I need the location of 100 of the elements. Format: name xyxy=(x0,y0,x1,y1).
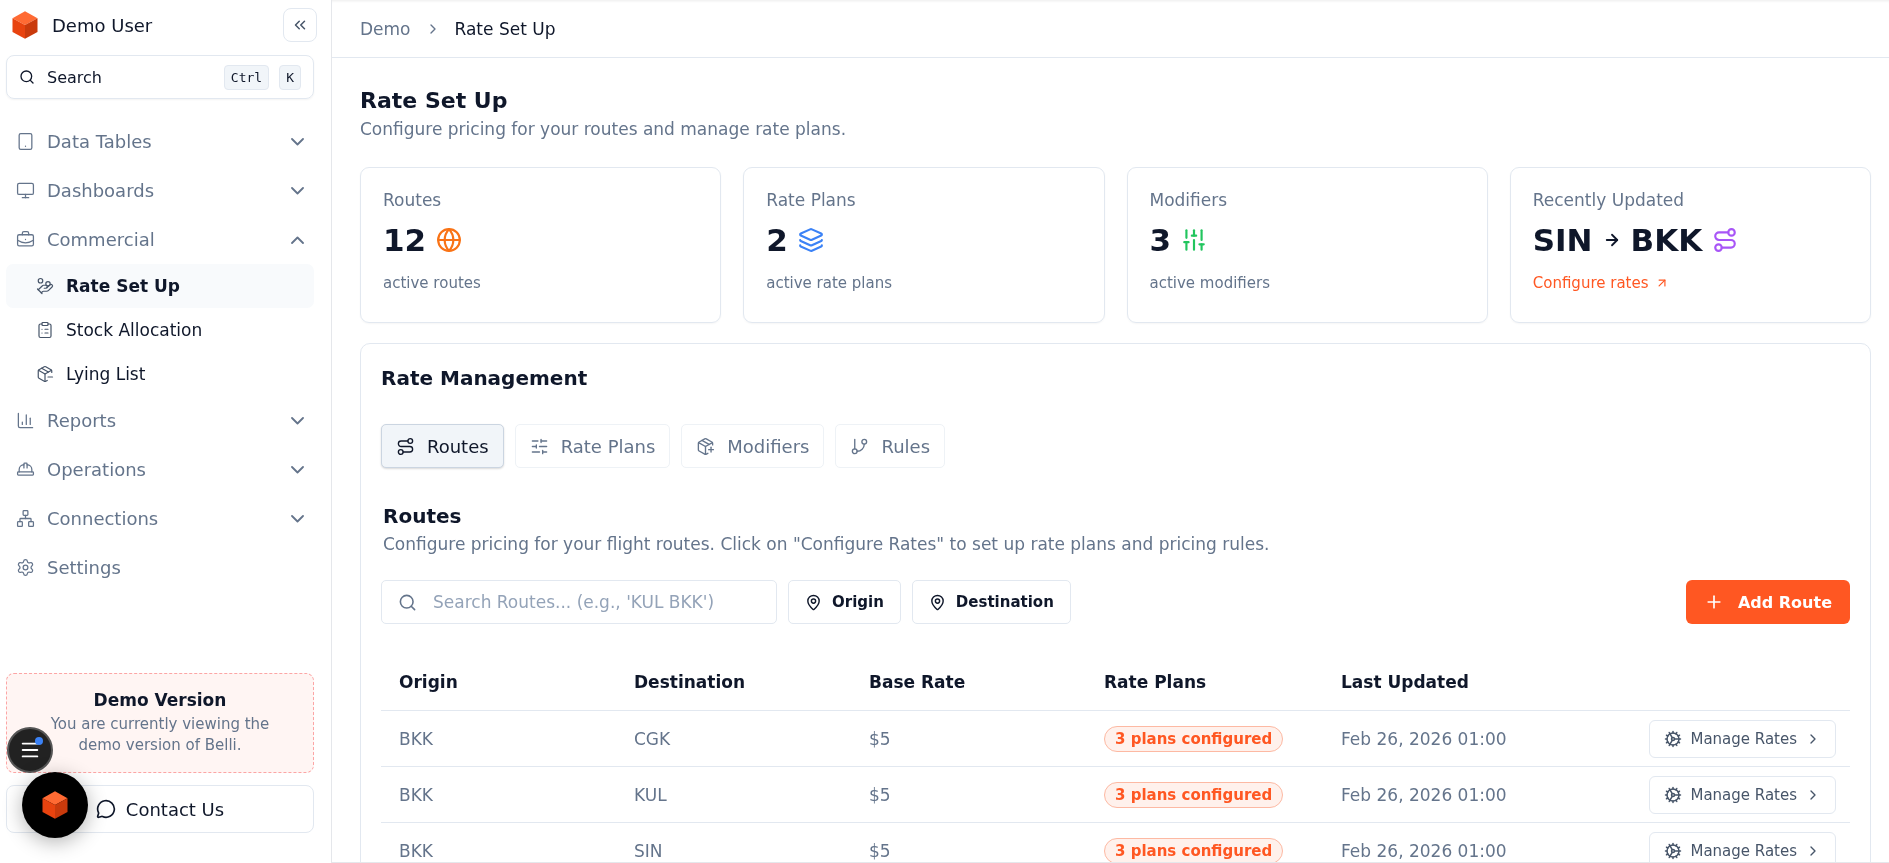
table-cell-text: Feb 26, 2026 01:00 xyxy=(1341,840,1508,861)
notice-text: You are currently viewing the demo version of Belli. xyxy=(49,714,271,756)
table-cell-text: KUL xyxy=(634,784,668,805)
gear-icon xyxy=(1664,785,1683,804)
chevron-up-icon xyxy=(291,235,304,244)
nav-item[interactable]: Data Tables xyxy=(6,117,314,166)
table-cell-text: $5 xyxy=(869,840,892,861)
sliders-icon xyxy=(1181,227,1208,253)
launcher-button[interactable] xyxy=(22,772,88,838)
clipboard-icon xyxy=(36,321,54,339)
search-icon xyxy=(398,592,417,612)
package-icon xyxy=(36,365,54,383)
package-icon xyxy=(696,436,716,456)
table-cell-text: BKK xyxy=(399,840,434,861)
filter-button[interactable]: Origin xyxy=(788,580,901,624)
route-icon xyxy=(396,436,415,456)
tablet-icon xyxy=(16,132,35,151)
chevron-down-icon xyxy=(291,514,304,523)
briefcase-icon xyxy=(16,230,35,249)
table-cell-text: Feb 26, 2026 01:00 xyxy=(1341,784,1508,805)
stat-caption: active modifiers xyxy=(1149,274,1271,292)
column-header: Base Rate xyxy=(869,672,967,692)
hard-hat-icon xyxy=(16,460,35,479)
page-subtitle: Configure pricing for your routes and manage rate plans. xyxy=(360,119,848,139)
nav-item[interactable]: Dashboards xyxy=(6,166,314,215)
settings-icon xyxy=(16,558,35,577)
manage-rates-button[interactable]: Manage Rates xyxy=(1649,831,1836,862)
nav-item[interactable]: Settings xyxy=(6,543,314,592)
cube-logo-icon xyxy=(40,790,70,820)
notice-title: Demo Version xyxy=(92,690,228,710)
user-name: Demo User xyxy=(52,14,154,36)
panel-title: Rate Management xyxy=(381,366,589,390)
route-icon xyxy=(1712,227,1739,253)
map-pin-icon xyxy=(805,593,822,611)
column-header: Last Updated xyxy=(1341,672,1470,692)
manage-rates-button[interactable]: Manage Rates xyxy=(1649,719,1836,758)
manage-rates-button[interactable]: Manage Rates xyxy=(1649,775,1836,814)
stat-label: Modifiers xyxy=(1149,190,1229,210)
column-header: Origin xyxy=(399,672,459,692)
chevron-down-icon xyxy=(291,186,304,195)
stat-label: Rate Plans xyxy=(766,190,857,210)
table-cell-text: BKK xyxy=(399,784,434,805)
table-cell-text: Feb 26, 2026 01:00 xyxy=(1341,728,1508,749)
breadcrumb-item[interactable]: Demo xyxy=(360,18,411,39)
stat-value: 2 xyxy=(766,222,788,258)
gear-icon xyxy=(1664,729,1683,748)
stat-value: 3 xyxy=(1149,222,1172,258)
tab[interactable]: Rules xyxy=(835,424,946,468)
filter-button[interactable]: Destination xyxy=(911,580,1071,624)
column-header: Rate Plans xyxy=(1104,672,1208,692)
stat-value: 12 xyxy=(383,222,427,258)
tab[interactable]: Modifiers xyxy=(681,424,825,468)
table-cell-text: $5 xyxy=(869,784,892,805)
plans-tag: 3 plans configured xyxy=(1104,725,1284,752)
nav-item[interactable]: Commercial xyxy=(6,215,314,264)
column-header: Destination xyxy=(634,672,747,692)
table-cell-text: BKK xyxy=(399,728,434,749)
nav-subitem[interactable]: Lying List xyxy=(6,352,314,396)
nav-item[interactable]: Operations xyxy=(6,445,314,494)
nav-item[interactable]: Connections xyxy=(6,494,314,543)
route-destination: BKK xyxy=(1630,222,1703,258)
add-route-button[interactable]: Add Route xyxy=(1685,580,1850,624)
branch-icon xyxy=(850,436,870,456)
chevron-down-icon xyxy=(291,465,304,474)
globe-icon xyxy=(436,227,463,253)
collapse-button[interactable] xyxy=(283,8,317,42)
plans-tag: 3 plans configured xyxy=(1104,837,1284,862)
chevron-down-icon xyxy=(291,416,304,425)
shortcut-key: K xyxy=(279,64,301,90)
stat-label: Routes xyxy=(383,190,443,210)
table-cell-text: SIN xyxy=(634,840,664,861)
tab[interactable]: Rate Plans xyxy=(514,424,671,468)
section-title: Routes xyxy=(383,504,463,528)
configure-rates-link[interactable]: Configure rates xyxy=(1532,274,1669,292)
network-icon xyxy=(16,509,35,528)
nav-subitem[interactable]: Rate Set Up xyxy=(6,264,314,308)
map-pin-icon xyxy=(928,593,946,611)
table-cell-text: $5 xyxy=(869,728,892,749)
layers-icon xyxy=(797,227,824,253)
tab[interactable]: Routes xyxy=(381,424,504,468)
shortcut-key: Ctrl xyxy=(223,64,270,90)
search-icon xyxy=(19,69,35,85)
breadcrumb-item[interactable]: Rate Set Up xyxy=(454,18,556,39)
plans-tag: 3 plans configured xyxy=(1104,781,1284,808)
search-field[interactable]: Search Ctrl K xyxy=(6,55,314,99)
table-cell-text: CGK xyxy=(634,728,672,749)
nav-item[interactable]: Reports xyxy=(6,396,314,445)
stat-caption: active routes xyxy=(383,274,482,292)
hand-coins-icon xyxy=(36,277,54,295)
chat-icon xyxy=(95,799,116,819)
stat-label: Recently Updated xyxy=(1532,190,1686,210)
bar-chart-icon xyxy=(16,411,35,430)
monitor-icon xyxy=(16,181,35,200)
nav-subitem[interactable]: Stock Allocation xyxy=(6,308,314,352)
search-field[interactable]: Search Routes... (e.g., 'KUL BKK') xyxy=(381,580,777,624)
chevron-down-icon xyxy=(291,137,304,146)
sliders-icon xyxy=(529,436,549,456)
cube-logo-icon xyxy=(10,10,40,40)
section-description: Configure pricing for your flight routes. Click on "Configure Rates" to set up rate plans and pricing rules. xyxy=(383,534,1271,554)
gear-icon xyxy=(1664,841,1683,860)
